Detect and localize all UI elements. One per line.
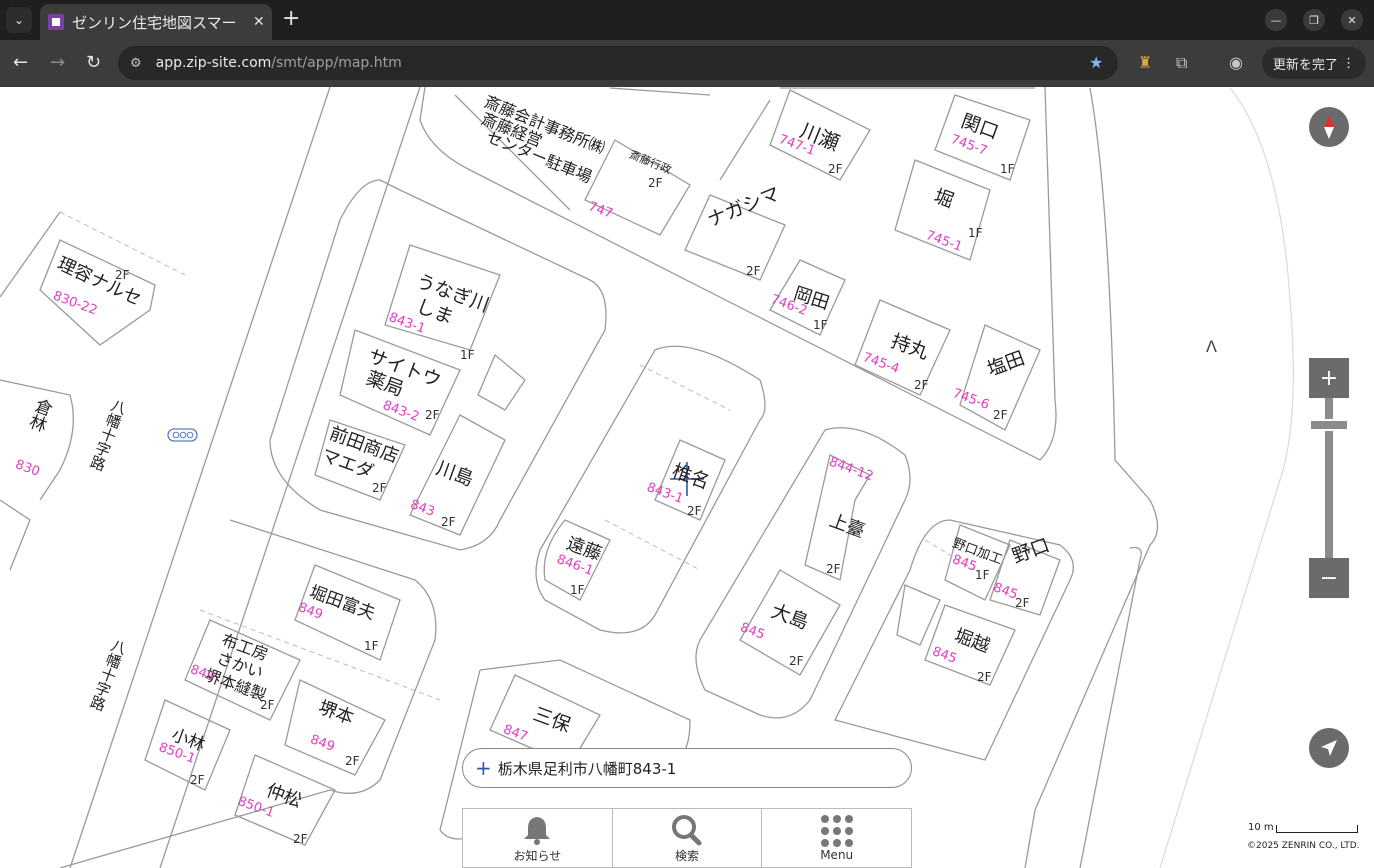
back-icon[interactable]: ← [13,52,28,74]
svg-text:Λ: Λ [1206,337,1217,356]
bell-icon [524,816,551,845]
update-button[interactable]: 更新を完了 ⋮ [1262,47,1366,79]
copyright: ©2025 ZENRIN CO., LTD. [1247,841,1360,851]
bookmark-star-icon[interactable]: ★ [1089,55,1103,71]
profile-icon[interactable]: ◉ [1229,55,1243,71]
tab-list-button[interactable]: ⌄ [6,7,32,33]
url-text: app.zip-site.com/smt/app/map.htm [156,55,402,71]
navigation-arrow-icon [1321,740,1337,756]
floor-label: 1F [1000,162,1015,176]
zenrin-favicon-icon [48,14,64,30]
tab-close-icon[interactable]: ✕ [253,14,265,30]
forward-icon[interactable]: → [50,52,65,74]
reload-icon[interactable]: ↻ [86,52,101,74]
search-label: 検索 [675,848,700,863]
new-tab-button[interactable]: + [282,8,300,30]
floor-label: 2F [345,754,360,768]
current-address: 栃木県足利市八幡町843-1 [497,759,677,778]
zoom-in-button[interactable]: + [1309,358,1349,398]
floor-label: 2F [828,162,843,176]
search-button[interactable]: 検索 [613,809,763,867]
browser-toolbar: ← → ↻ ⚙ app.zip-site.com/smt/app/map.htm… [0,40,1374,87]
url-host: app.zip-site.com [155,55,272,71]
floor-label: 2F [293,832,308,846]
floor-label: 2F [789,654,804,668]
floor-label: 1F [570,583,585,597]
floor-label: 2F [260,698,275,712]
window-close-icon[interactable]: ✕ [1341,9,1363,31]
minimize-icon[interactable]: — [1265,9,1287,31]
compass-icon [1324,115,1334,139]
floor-label: 2F [441,515,456,529]
scale-bar [1276,825,1358,833]
floor-label: 2F [1015,596,1030,610]
site-settings-icon[interactable]: ⚙ [130,56,142,71]
address-bar[interactable]: ⚙ app.zip-site.com/smt/app/map.htm [118,46,1118,80]
notice-button[interactable]: お知らせ [463,809,613,867]
browser-tab-bar: ⌄ ゼンリン住宅地図スマー ✕ + — ❐ ✕ [0,0,1374,40]
floor-label: 1F [968,226,983,240]
floor-label: 2F [826,562,841,576]
floor-label: 1F [975,568,990,582]
floor-label: 1F [813,318,828,332]
notice-label: お知らせ [513,848,562,863]
floor-label: 2F [115,268,130,282]
address-search-box[interactable]: + 栃木県足利市八幡町843-1 [462,748,912,788]
floor-label: 2F [372,481,387,495]
floor-label: 2F [993,408,1008,422]
scale-label: 10 m [1248,822,1274,833]
floor-label: 2F [190,773,205,787]
floor-label: 2F [648,176,663,190]
menu-label: Menu [820,848,854,862]
zoom-slider-thumb[interactable] [1311,419,1347,431]
floor-label: 2F [914,378,929,392]
restore-icon[interactable]: ❐ [1303,9,1325,31]
extensions-icon[interactable]: ⧉ [1176,55,1187,71]
search-icon [672,814,702,845]
floor-label: 1F [364,639,379,653]
floor-label: 2F [425,408,440,422]
update-label: 更新を完了 [1272,57,1338,73]
floor-label: 2F [746,264,761,278]
floor-label: 1F [460,348,475,362]
compass-button[interactable] [1309,107,1349,147]
plus-icon[interactable]: + [475,756,492,780]
url-path: /smt/app/map.htm [271,55,402,71]
floor-label: 2F [977,670,992,684]
floor-label: 2F [687,504,702,518]
extension-puzzle-badge-icon[interactable]: ♜ [1138,55,1152,71]
tab-title: ゼンリン住宅地図スマー [72,13,237,32]
grid-menu-icon [820,815,853,847]
bottom-navigation: お知らせ 検索 Menu [462,808,912,868]
menu-button[interactable]: Menu [762,809,911,867]
browser-tab[interactable]: ゼンリン住宅地図スマー ✕ [40,4,272,40]
zoom-out-button[interactable]: − [1309,558,1349,598]
current-location-button[interactable] [1309,728,1349,768]
